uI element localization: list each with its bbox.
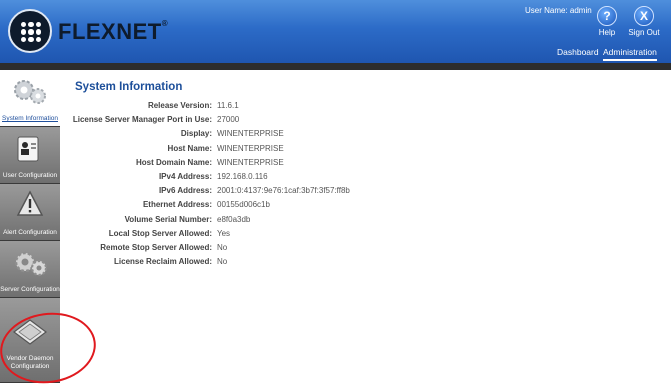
sidebar-item-user-configuration[interactable]: User Configuration [0, 127, 60, 184]
sidebar-item-label: Alert Configuration [3, 229, 57, 236]
info-row: License Server Manager Port in Use: 27000 [60, 115, 660, 127]
info-row: Ethernet Address: 00155d006c1b [60, 200, 660, 212]
close-icon: X [634, 6, 654, 26]
info-row: Release Version: 11.6.1 [60, 101, 660, 113]
sidebar-item-label: System Information [2, 115, 58, 122]
info-label: Local Stop Server Allowed: [108, 228, 212, 238]
info-label: Host Name: [167, 143, 212, 153]
help-label: Help [598, 28, 616, 37]
info-row: Local Stop Server Allowed: Yes [60, 229, 660, 241]
info-row: Host Domain Name: WINENTERPRISE [60, 158, 660, 170]
top-nav: Dashboard Administration [0, 42, 671, 63]
info-value: WINENTERPRISE [217, 157, 284, 167]
user-badge-icon [17, 136, 39, 162]
info-row: Remote Stop Server Allowed: No [60, 243, 660, 255]
info-label: Release Version: [147, 101, 212, 110]
info-value: 27000 [217, 115, 240, 125]
info-label: License Server Manager Port in Use: [72, 115, 212, 125]
header-bar: FLEXNET® User Name: admin ? Help X Sign … [0, 0, 671, 63]
info-value: No [217, 243, 228, 252]
sidebar-item-server-configuration[interactable]: Server Configuration [0, 241, 60, 298]
info-row: Display: WINENTERPRISE [60, 129, 660, 141]
info-row: Volume Serial Number: e8f0a3db [60, 215, 660, 227]
info-label: Display: [180, 129, 212, 139]
warning-icon [16, 190, 44, 216]
info-label: Ethernet Address: [142, 200, 212, 210]
info-value: WINENTERPRISE [217, 129, 284, 139]
info-row: IPv4 Address: 192.168.0.116 [60, 172, 660, 184]
sign-out-button[interactable]: X Sign Out [624, 6, 664, 37]
username-label: User Name: admin [525, 6, 592, 15]
gears-icon [14, 251, 48, 277]
sidebar-item-system-information[interactable]: System Information [0, 70, 60, 127]
info-row: IPv6 Address: 2001:0:4137:9e76:1caf:3b7f:… [60, 186, 660, 198]
info-label: IPv6 Address: [158, 186, 212, 196]
sign-out-label: Sign Out [628, 28, 660, 37]
help-icon: ? [597, 6, 617, 26]
info-value: No [217, 257, 228, 267]
sidebar-item-label: Server Configuration [0, 286, 60, 293]
info-label: Remote Stop Server Allowed: [100, 243, 212, 252]
tab-administration[interactable]: Administration [603, 47, 657, 61]
tab-dashboard[interactable]: Dashboard [557, 47, 599, 57]
info-value: 192.168.0.116 [217, 172, 268, 181]
header-divider [0, 63, 671, 70]
gear-cluster-icon [14, 80, 46, 104]
info-row: License Reclaim Allowed: No [60, 257, 660, 269]
info-label: License Reclaim Allowed: [114, 257, 212, 267]
info-value: WINENTERPRISE [217, 143, 284, 153]
info-value: 00155d006c1b [217, 200, 270, 210]
info-label: Volume Serial Number: [124, 214, 212, 224]
page-title: System Information [75, 81, 183, 93]
sidebar-item-label: User Configuration [2, 172, 58, 179]
info-label: Host Domain Name: [135, 157, 212, 167]
info-row: Host Name: WINENTERPRISE [60, 144, 660, 156]
info-value: 2001:0:4137:9e76:1caf:3b7f:3f57:ff8b [217, 186, 350, 196]
info-value: 11.6.1 [217, 101, 239, 110]
info-value: Yes [217, 228, 231, 238]
info-value: e8f0a3db [217, 214, 251, 224]
sidebar-item-alert-configuration[interactable]: Alert Configuration [0, 184, 60, 241]
main-content: System Information Release Version: 11.6.… [60, 70, 671, 383]
help-button[interactable]: ? Help [587, 6, 627, 37]
info-label: IPv4 Address: [158, 172, 212, 181]
